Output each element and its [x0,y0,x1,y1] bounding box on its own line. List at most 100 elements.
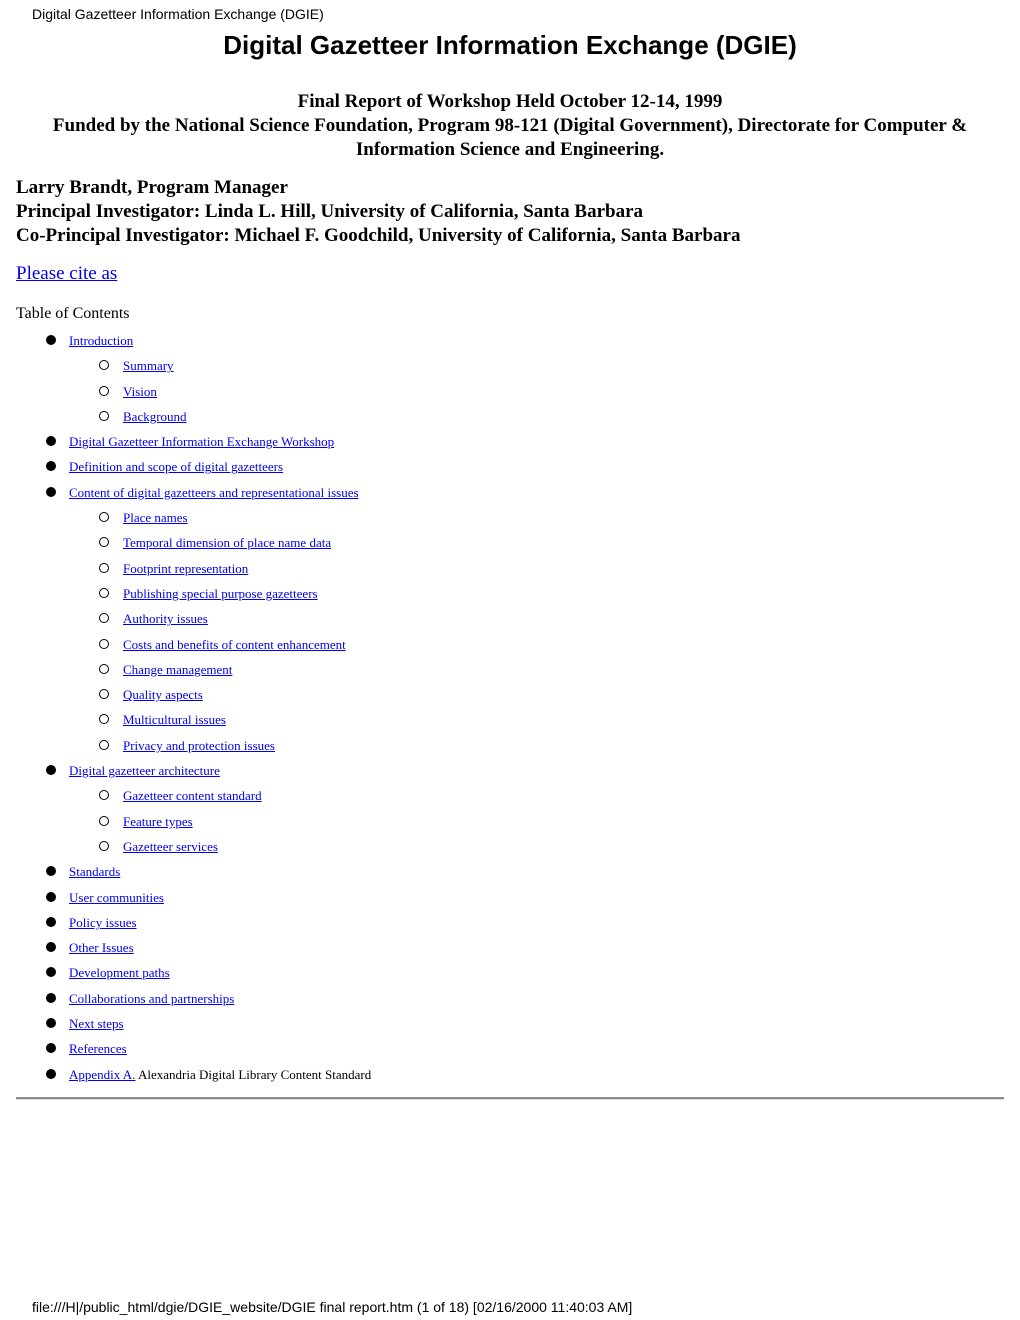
filled-bullet-icon [46,866,56,877]
toc-link[interactable]: Publishing special purpose gazetteers [123,586,318,601]
toc-link[interactable]: Privacy and protection issues [123,738,275,753]
hollow-bullet-icon [99,714,109,725]
toc-item: Standards [0,861,371,886]
toc-item: Quality aspects [0,684,371,709]
toc-heading: Table of Contents [16,305,130,322]
toc-link[interactable]: Content of digital gazetteers and repres… [69,485,359,500]
hollow-bullet-icon [99,537,109,548]
subtitle-workshop-line: Final Report of Workshop Held October 12… [297,91,723,112]
filled-bullet-icon [46,765,56,776]
hollow-bullet-icon [99,410,109,421]
hollow-bullet-icon [99,790,109,801]
toc-link[interactable]: Other Issues [69,940,134,955]
print-footer-path: file:///H|/public_html/dgie/DGIE_website… [32,1299,633,1315]
toc-link[interactable]: Footprint representation [123,561,248,576]
toc-link[interactable]: Gazetteer content standard [123,788,262,803]
toc-link[interactable]: Policy issues [69,915,137,930]
toc-item: Change management [0,659,371,684]
toc-link[interactable]: Appendix A. [69,1067,135,1082]
toc-item: Digital gazetteer architecture [0,760,371,785]
table-of-contents: Introduction Summary Vision Background Digit… [0,330,371,1089]
toc-link[interactable]: Quality aspects [123,687,203,702]
toc-item: Collaborations and partnerships [0,988,371,1013]
hollow-bullet-icon [99,385,109,396]
toc-link[interactable]: Definition and scope of digital gazettee… [69,459,283,474]
toc-link[interactable]: Background [123,409,187,424]
co-principal-investigator: Co-Principal Investigator: Michael F. Go… [16,225,741,246]
toc-link[interactable]: Costs and benefits of content enhancemen… [123,637,346,652]
toc-item: Authority issues [0,608,371,633]
toc-item: Next steps [0,1013,371,1038]
cite-link[interactable]: Please cite as [16,263,117,285]
toc-item: Content of digital gazetteers and repres… [0,482,371,507]
program-manager: Larry Brandt, Program Manager [16,177,288,198]
print-header-title: Digital Gazetteer Information Exchange (… [32,6,324,22]
toc-item: Vision [0,381,371,406]
hollow-bullet-icon [99,512,109,523]
hollow-bullet-icon [99,613,109,624]
hollow-bullet-icon [99,739,109,750]
toc-item: Footprint representation [0,558,371,583]
toc-item: Appendix A. Alexandria Digital Library C… [0,1064,371,1089]
toc-link[interactable]: Feature types [123,814,193,829]
toc-link[interactable]: Standards [69,864,120,879]
hollow-bullet-icon [99,689,109,700]
toc-link[interactable]: Gazetteer services [123,839,218,854]
toc-item: References [0,1038,371,1063]
hollow-bullet-icon [99,840,109,851]
investigators: Larry Brandt, Program Manager Principal … [16,176,740,248]
toc-item: Publishing special purpose gazetteers [0,583,371,608]
toc-item: Costs and benefits of content enhancemen… [0,634,371,659]
toc-link[interactable]: Multicultural issues [123,712,226,727]
toc-item: Privacy and protection issues [0,735,371,760]
subtitle-funding-line: Funded by the National Science Foundatio… [52,115,968,160]
toc-item: Digital Gazetteer Information Exchange W… [0,431,371,456]
toc-link[interactable]: User communities [69,890,164,905]
hollow-bullet-icon [99,815,109,826]
toc-item: Place names [0,507,371,532]
filled-bullet-icon [46,891,56,902]
toc-item: Other Issues [0,937,371,962]
hollow-bullet-icon [99,638,109,649]
toc-link[interactable]: Next steps [69,1016,124,1031]
toc-item: User communities [0,887,371,912]
filled-bullet-icon [46,335,56,345]
toc-link[interactable]: Development paths [69,965,170,980]
toc-item: Feature types [0,811,371,836]
filled-bullet-icon [46,942,56,953]
filled-bullet-icon [46,916,56,927]
filled-bullet-icon [46,1068,56,1079]
toc-item: Background [0,406,371,431]
report-subtitle: Final Report of Workshop Held October 12… [10,90,1010,162]
toc-link[interactable]: Authority issues [123,611,208,626]
filled-bullet-icon [46,1043,56,1054]
toc-item: Introduction [0,330,371,355]
page-title: Digital Gazetteer Information Exchange (… [223,30,797,60]
toc-link[interactable]: References [69,1041,127,1056]
toc-link[interactable]: Digital Gazetteer Information Exchange W… [69,434,334,449]
toc-item-description: Alexandria Digital Library Content Stand… [135,1066,372,1082]
toc-link[interactable]: Introduction [69,333,133,348]
hollow-bullet-icon [99,562,109,573]
toc-link[interactable]: Temporal dimension of place name data [123,535,331,550]
filled-bullet-icon [46,461,56,472]
toc-item: Definition and scope of digital gazettee… [0,456,371,481]
filled-bullet-icon [46,486,56,497]
toc-link[interactable]: Digital gazetteer architecture [69,763,220,778]
toc-link[interactable]: Vision [123,384,157,399]
toc-item: Gazetteer services [0,836,371,861]
horizontal-rule [16,1097,1004,1100]
toc-link[interactable]: Change management [123,662,232,677]
toc-item: Policy issues [0,912,371,937]
toc-link[interactable]: Summary [123,358,174,373]
filled-bullet-icon [46,967,56,978]
toc-link[interactable]: Collaborations and partnerships [69,991,234,1006]
toc-link[interactable]: Place names [123,510,188,525]
filled-bullet-icon [46,1018,56,1029]
hollow-bullet-icon [99,663,109,674]
toc-item: Temporal dimension of place name data [0,532,371,557]
toc-item: Summary [0,355,371,380]
toc-item: Multicultural issues [0,709,371,734]
toc-item: Gazetteer content standard [0,785,371,810]
hollow-bullet-icon [99,360,109,371]
